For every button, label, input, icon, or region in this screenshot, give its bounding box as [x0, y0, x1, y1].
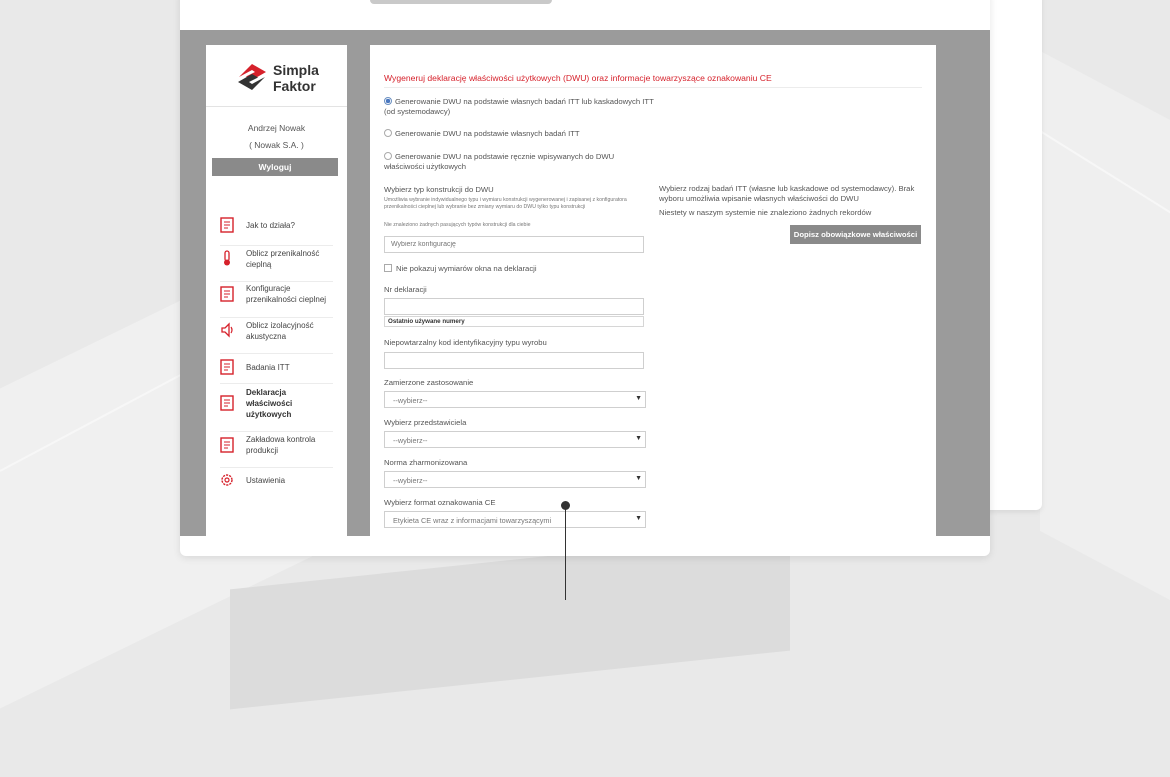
- user-name: Andrzej Nowak: [247, 123, 306, 133]
- add-required-properties-button[interactable]: Dopisz obowiązkowe właściwości: [790, 225, 921, 244]
- sidebar: Simpla Faktor Andrzej Nowak ( Nowak S.A.…: [206, 45, 347, 536]
- itt-no-records: Niestety w naszym systemie nie znalezion…: [659, 208, 872, 217]
- sidebar-item-acoustic[interactable]: Oblicz izolacyjność akustyczna: [220, 317, 333, 354]
- sidebar-item-label: Jak to działa?: [246, 221, 295, 230]
- divider: [384, 87, 922, 88]
- logo-line-1: Simpla: [273, 62, 319, 78]
- logo-text: Simpla Faktor: [273, 62, 319, 94]
- radio-checked-icon[interactable]: [384, 97, 392, 105]
- browser-window: Simpla Faktor Andrzej Nowak ( Nowak S.A.…: [180, 0, 990, 556]
- norm-label: Norma zharmonizowana: [384, 458, 468, 467]
- representative-select[interactable]: --wybierz-- ▼: [384, 431, 646, 448]
- intended-use-select[interactable]: --wybierz-- ▼: [384, 391, 646, 408]
- itt-panel-text: Wybierz rodzaj badań ITT (własne lub kas…: [659, 184, 915, 203]
- sidebar-item-dwu[interactable]: Deklaracja właściwości użytkowych: [220, 383, 333, 432]
- caret-down-icon: ▼: [635, 475, 642, 482]
- main-content: Wygeneruj deklarację właściwości użytkow…: [370, 45, 936, 536]
- construction-label: Wybierz typ konstrukcji do DWU: [384, 185, 494, 194]
- logout-button[interactable]: Wyloguj: [212, 158, 338, 176]
- radio-label: Generowanie DWU na podstawie ręcznie wpi…: [384, 152, 615, 171]
- sidebar-item-production-control[interactable]: Zakładowa kontrola produkcji: [220, 431, 333, 468]
- intended-use-label: Zamierzone zastosowanie: [384, 378, 474, 387]
- document-icon: [220, 217, 234, 233]
- recent-numbers-dropdown[interactable]: Ostatnio używane numery: [384, 316, 644, 327]
- construction-select-input[interactable]: [384, 236, 644, 253]
- select-value: Etykieta CE wraz z informacjami towarzys…: [393, 516, 552, 525]
- caret-down-icon: ▼: [635, 515, 642, 522]
- radio-icon[interactable]: [384, 129, 392, 137]
- sidebar-item-heat-configs[interactable]: Konfiguracje przenikalności cieplnej: [220, 281, 333, 318]
- declaration-number-label: Nr deklaracji: [384, 285, 427, 294]
- radio-option-itt-own[interactable]: Generowanie DWU na podstawie własnych ba…: [384, 129, 654, 139]
- sidebar-item-label: Badania ITT: [246, 363, 290, 372]
- norm-select[interactable]: --wybierz-- ▼: [384, 471, 646, 488]
- select-value: --wybierz--: [393, 396, 428, 405]
- product-code-input[interactable]: [384, 352, 644, 369]
- logo-icon: [238, 64, 266, 90]
- divider: [206, 106, 347, 107]
- product-code-label: Niepowtarzalny kod identyfikacyjny typu …: [384, 338, 547, 347]
- sidebar-item-how-it-works[interactable]: Jak to działa?: [220, 215, 333, 246]
- construction-empty-message: Nie znaleziono żadnych pasujących typów …: [384, 222, 531, 228]
- document-icon: [220, 395, 234, 411]
- sidebar-item-label: Konfiguracje przenikalności cieplnej: [246, 284, 327, 304]
- construction-hint: Umożliwia wybranie indywidualnego typu i…: [384, 197, 627, 210]
- radio-icon[interactable]: [384, 152, 392, 160]
- address-bar[interactable]: [370, 0, 552, 4]
- background-shape: [230, 530, 790, 710]
- user-company: ( Nowak S.A. ): [249, 140, 304, 150]
- document-icon: [220, 286, 234, 302]
- checkbox-icon[interactable]: [384, 264, 392, 272]
- document-icon: [220, 437, 234, 453]
- select-value: --wybierz--: [393, 476, 428, 485]
- sidebar-item-label: Oblicz izolacyjność akustyczna: [246, 321, 314, 341]
- representative-label: Wybierz przedstawiciela: [384, 418, 467, 427]
- radio-option-itt-cascade[interactable]: Generowanie DWU na podstawie własnych ba…: [384, 97, 654, 117]
- document-icon: [220, 359, 234, 375]
- declaration-number-input[interactable]: [384, 298, 644, 315]
- ce-format-label: Wybierz format oznakowania CE: [384, 498, 496, 507]
- sidebar-item-label: Ustawienia: [246, 476, 286, 485]
- speaker-icon: [221, 322, 233, 338]
- logo: Simpla Faktor: [235, 62, 355, 102]
- sidebar-item-settings[interactable]: Ustawienia: [220, 467, 333, 497]
- radio-label: Generowanie DWU na podstawie własnych ba…: [395, 129, 580, 138]
- caret-down-icon: ▼: [635, 395, 642, 402]
- radio-option-manual[interactable]: Generowanie DWU na podstawie ręcznie wpi…: [384, 152, 654, 172]
- ce-format-select[interactable]: Etykieta CE wraz z informacjami towarzys…: [384, 511, 646, 528]
- gear-icon: [221, 474, 233, 486]
- sidebar-item-label: Zakładowa kontrola produkcji: [246, 435, 316, 455]
- page-title: Wygeneruj deklarację właściwości użytkow…: [384, 73, 772, 83]
- sidebar-item-label: Deklaracja właściwości użytkowych: [246, 388, 293, 419]
- pointer-line: [565, 509, 566, 600]
- app-viewport: Simpla Faktor Andrzej Nowak ( Nowak S.A.…: [180, 30, 990, 536]
- sidebar-item-heat-transfer[interactable]: Oblicz przenikalność cieplną: [220, 245, 333, 282]
- sidebar-item-itt[interactable]: Badania ITT: [220, 353, 333, 384]
- checkbox-label: Nie pokazuj wymiarów okna na deklaracji: [396, 264, 537, 273]
- thermometer-icon: [224, 250, 230, 266]
- logo-line-2: Faktor: [273, 78, 316, 94]
- caret-down-icon: ▼: [635, 435, 642, 442]
- radio-label: Generowanie DWU na podstawie własnych ba…: [384, 97, 654, 116]
- hide-window-dims-option[interactable]: Nie pokazuj wymiarów okna na deklaracji: [384, 264, 537, 273]
- select-value: --wybierz--: [393, 436, 428, 445]
- sidebar-item-label: Oblicz przenikalność cieplną: [246, 249, 320, 269]
